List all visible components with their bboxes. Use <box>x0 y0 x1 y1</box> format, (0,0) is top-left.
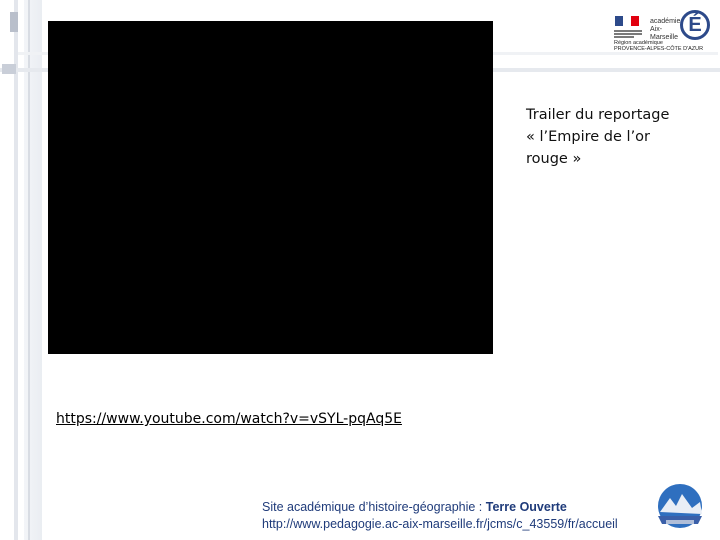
video-player[interactable] <box>48 21 493 354</box>
top-decor-block <box>10 12 18 32</box>
footer-url[interactable]: http://www.pedagogie.ac-aix-marseille.fr… <box>262 517 618 531</box>
header-decor-block <box>2 64 16 74</box>
youtube-link[interactable]: https://www.youtube.com/watch?v=vSYL-pqA… <box>56 411 402 427</box>
french-flag-icon <box>615 16 639 26</box>
footer-site-prefix: Site académique d’histoire-géographie : <box>262 500 486 514</box>
left-decor-bar <box>14 0 18 540</box>
left-decor-band <box>24 0 42 540</box>
caption-line: rouge » <box>526 151 582 167</box>
republique-wordmark <box>614 30 642 40</box>
left-decor-line <box>28 0 30 540</box>
academie-name: académie Aix-Marseille <box>650 18 681 41</box>
footer-site-line: Site académique d’histoire-géographie : … <box>262 500 567 514</box>
caption-line: « l’Empire de l’or <box>526 129 651 145</box>
video-caption: Trailer du reportage « l’Empire de l’or … <box>526 104 696 170</box>
academie-e-icon: É <box>680 10 710 40</box>
footer-site-name: Terre Ouverte <box>485 500 567 514</box>
region-label: Région académique PROVENCE-ALPES-CÔTE D'… <box>614 40 704 52</box>
caption-line: Trailer du reportage <box>526 107 670 123</box>
terre-ouverte-emblem-icon <box>658 484 702 528</box>
academie-logo: académie Aix-Marseille É Région académiq… <box>612 6 714 52</box>
